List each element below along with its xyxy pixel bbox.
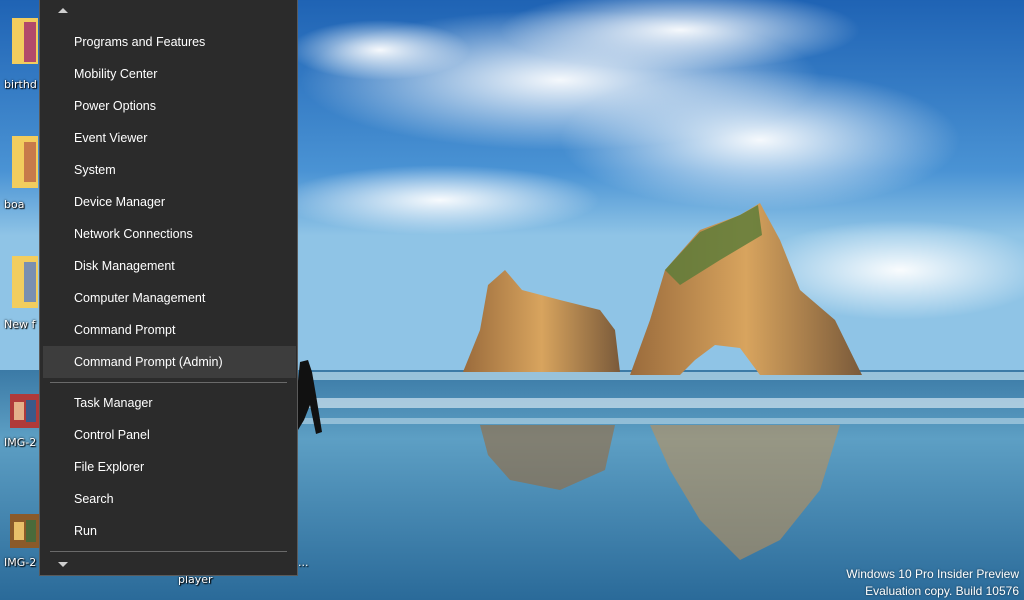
desktop-icon-label: IMG-2 — [4, 556, 37, 569]
menu-item-file-explorer[interactable]: File Explorer — [43, 451, 296, 483]
menu-item-mobility-center[interactable]: Mobility Center — [43, 58, 296, 90]
desktop-icon-label-truncated: ... — [298, 556, 309, 569]
menu-item-computer-management[interactable]: Computer Management — [43, 282, 296, 314]
triangle-up-icon[interactable] — [58, 8, 68, 13]
menu-item-network-connections[interactable]: Network Connections — [43, 218, 296, 250]
menu-item-system[interactable]: System — [43, 154, 296, 186]
menu-item-device-manager[interactable]: Device Manager — [43, 186, 296, 218]
desktop-icon-label: boa — [4, 198, 25, 211]
menu-item-search[interactable]: Search — [43, 483, 296, 515]
menu-item-command-prompt-admin[interactable]: Command Prompt (Admin) — [43, 346, 296, 378]
menu-separator — [50, 382, 287, 383]
folder-icon — [12, 136, 38, 188]
image-thumbnail-icon — [10, 514, 40, 548]
desktop-icon-label: IMG-2 — [4, 436, 37, 449]
menu-item-event-viewer[interactable]: Event Viewer — [43, 122, 296, 154]
winx-quick-link-menu: Programs and Features Mobility Center Po… — [39, 0, 298, 576]
menu-item-power-options[interactable]: Power Options — [43, 90, 296, 122]
desktop-icon-label: New f — [4, 318, 36, 331]
menu-item-control-panel[interactable]: Control Panel — [43, 419, 296, 451]
menu-separator — [50, 551, 287, 552]
build-watermark-line2: Evaluation copy. Build 10576 — [865, 584, 1019, 598]
menu-item-run[interactable]: Run — [43, 515, 296, 547]
triangle-down-icon[interactable] — [58, 562, 68, 567]
folder-icon — [12, 256, 38, 308]
build-watermark-line1: Windows 10 Pro Insider Preview — [846, 567, 1019, 581]
folder-icon — [12, 18, 38, 64]
menu-item-task-manager[interactable]: Task Manager — [43, 387, 296, 419]
desktop-icon-label: birthd — [4, 78, 37, 91]
menu-item-programs-and-features[interactable]: Programs and Features — [43, 26, 296, 58]
menu-item-disk-management[interactable]: Disk Management — [43, 250, 296, 282]
menu-item-command-prompt[interactable]: Command Prompt — [43, 314, 296, 346]
image-thumbnail-icon — [10, 394, 40, 428]
